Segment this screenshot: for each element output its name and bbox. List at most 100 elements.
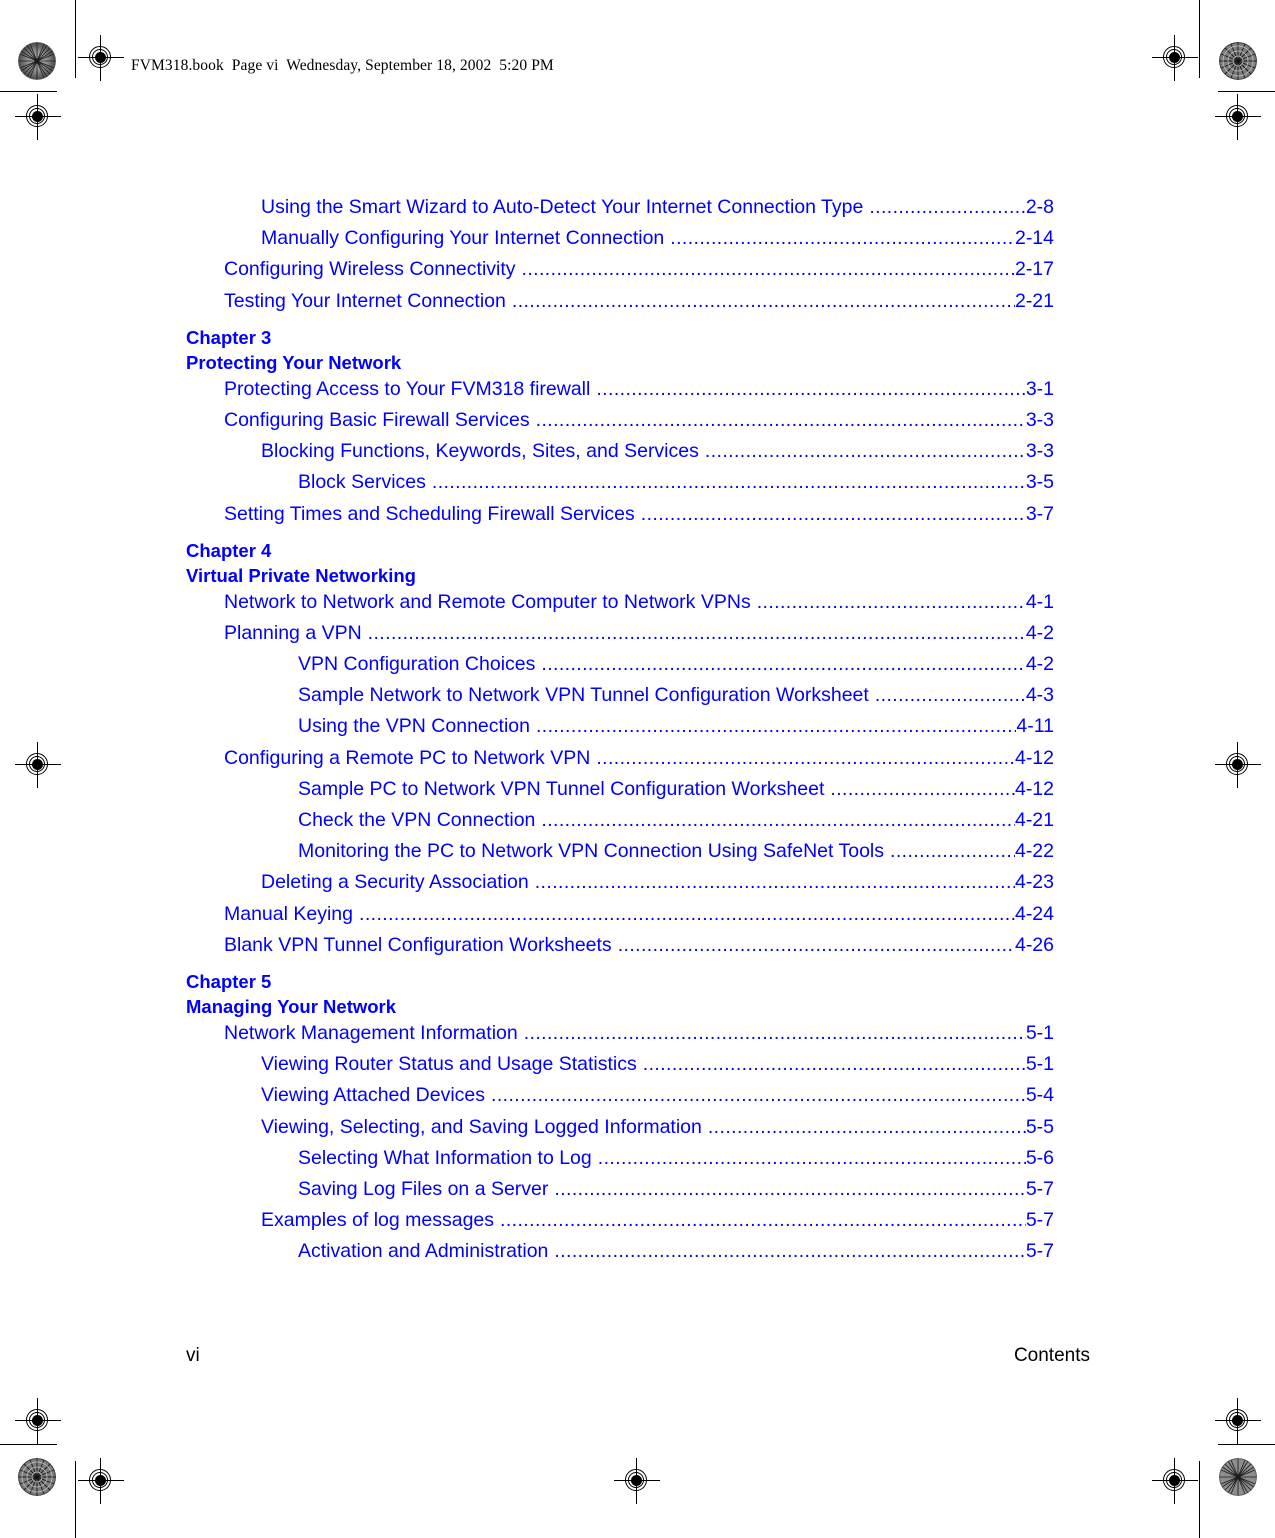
- toc-entry-title: Viewing Attached Devices: [261, 1086, 486, 1107]
- toc-entry-title: Saving Log Files on a Server: [298, 1179, 549, 1200]
- toc-entry-title: Blocking Functions, Keywords, Sites, and…: [261, 442, 699, 463]
- toc-entry-page-number: 4-21: [1014, 811, 1054, 831]
- toc-entry-title: Configuring Basic Firewall Services: [224, 410, 530, 431]
- toc-dot-leader: ........................................…: [534, 873, 1015, 893]
- registration-mark-bottom-center: [614, 1458, 660, 1504]
- toc-dot-leader: ........................................…: [670, 229, 1015, 249]
- toc-dot-leader: ........................................…: [640, 504, 1026, 524]
- toc-entry-title: Viewing, Selecting, and Saving Logged In…: [261, 1117, 702, 1138]
- toc-dot-leader: ........................................…: [521, 260, 1015, 280]
- toc-dot-leader: ........................................…: [511, 291, 1015, 312]
- toc-entry[interactable]: Testing Your Internet Connection........…: [224, 292, 1054, 323]
- registration-mark-right-lower: [1215, 1398, 1261, 1444]
- color-rosette-bottom-right: [1219, 1458, 1257, 1496]
- crop-line-top-left-vertical: [75, 0, 77, 78]
- toc-dot-leader: ........................................…: [523, 1023, 1026, 1044]
- toc-entry-page-number: 4-2: [1025, 623, 1054, 644]
- footer-page-number: vi: [186, 1345, 200, 1366]
- toc-entry-page-number: 4-1: [1025, 592, 1054, 613]
- toc-entry-title: Setting Times and Scheduling Firewall Se…: [224, 504, 635, 525]
- toc-entry[interactable]: Blank VPN Tunnel Configuration Worksheet…: [224, 936, 1054, 967]
- toc-entry[interactable]: Using the Smart Wizard to Auto-Detect Yo…: [261, 198, 1054, 229]
- toc-entry-page-number: 3-1: [1025, 379, 1054, 400]
- toc-entry-page-number: 2-17: [1014, 260, 1054, 281]
- toc-entry[interactable]: Manually Configuring Your Internet Conne…: [261, 229, 1054, 260]
- toc-entry[interactable]: Viewing Router Status and Usage Statisti…: [261, 1055, 1054, 1086]
- toc-entry-title: Sample PC to Network VPN Tunnel Configur…: [298, 779, 825, 800]
- toc-entry[interactable]: Protecting Access to Your FVM318 firewal…: [224, 380, 1054, 411]
- toc-dot-leader: ........................................…: [704, 442, 1026, 462]
- registration-mark-left-upper: [15, 94, 61, 140]
- chapter-number-heading: Chapter 4: [186, 539, 272, 561]
- toc-entry-title: Examples of log messages: [261, 1211, 495, 1232]
- toc-entry[interactable]: Deleting a Security Association.........…: [261, 873, 1054, 904]
- footer-section-label: Contents: [1013, 1345, 1090, 1366]
- chapter-title-heading: Protecting Your Network: [186, 352, 402, 374]
- toc-entry[interactable]: Planning a VPN..........................…: [224, 624, 1054, 655]
- registration-mark-right-upper: [1215, 94, 1261, 140]
- toc-dot-leader: ........................................…: [597, 1148, 1026, 1169]
- crop-line-right-top-horizontal: [1218, 91, 1275, 93]
- registration-mark-right-middle: [1215, 742, 1261, 788]
- toc-entry[interactable]: Using the VPN Connection................…: [298, 717, 1054, 748]
- toc-entry-title: Configuring a Remote PC to Network VPN: [224, 748, 591, 769]
- toc-entry[interactable]: Selecting What Information to Log.......…: [298, 1149, 1054, 1180]
- toc-entry-page-number: 3-3: [1025, 410, 1054, 431]
- toc-entry[interactable]: Examples of log messages................…: [261, 1211, 1054, 1242]
- toc-entry[interactable]: Network to Network and Remote Computer t…: [224, 593, 1054, 624]
- toc-entry[interactable]: Block Services..........................…: [298, 473, 1054, 504]
- toc-entry[interactable]: Configuring Basic Firewall Services.....…: [224, 411, 1054, 442]
- toc-entry-title: Block Services: [298, 473, 426, 494]
- table-of-contents: Using the Smart Wizard to Auto-Detect Yo…: [186, 198, 1054, 1273]
- toc-entry[interactable]: Manual Keying...........................…: [224, 905, 1054, 936]
- toc-entry[interactable]: Sample PC to Network VPN Tunnel Configur…: [298, 780, 1054, 811]
- toc-dot-leader: ........................................…: [535, 717, 1016, 737]
- toc-entry[interactable]: Check the VPN Connection................…: [298, 811, 1054, 842]
- registration-mark-top-left: [78, 35, 124, 81]
- toc-entry-page-number: 5-5: [1025, 1117, 1054, 1138]
- toc-entry[interactable]: Saving Log Files on a Server............…: [298, 1180, 1054, 1211]
- document-page: FVM318.book Page vi Wednesday, September…: [0, 0, 1275, 1538]
- toc-entry-page-number: 4-12: [1014, 748, 1054, 769]
- toc-dot-leader: ........................................…: [431, 473, 1026, 493]
- toc-entry-page-number: 5-7: [1025, 1179, 1054, 1200]
- toc-entry[interactable]: Viewing, Selecting, and Saving Logged In…: [261, 1118, 1054, 1149]
- toc-entry-title: Deleting a Security Association: [261, 873, 529, 894]
- toc-entry[interactable]: Setting Times and Scheduling Firewall Se…: [224, 505, 1054, 536]
- toc-dot-leader: ........................................…: [554, 1179, 1026, 1200]
- toc-entry-page-number: 5-6: [1025, 1148, 1054, 1169]
- toc-dot-leader: ........................................…: [830, 779, 1015, 800]
- toc-entry-page-number: 2-8: [1025, 198, 1054, 218]
- toc-entry-title: Network Management Information: [224, 1023, 518, 1044]
- toc-entry-page-number: 5-7: [1025, 1211, 1054, 1232]
- file-info-header: FVM318.book Page vi Wednesday, September…: [131, 57, 554, 74]
- toc-dot-leader: ........................................…: [890, 842, 1015, 862]
- toc-dot-leader: ........................................…: [869, 198, 1026, 218]
- toc-entry-page-number: 5-1: [1025, 1023, 1054, 1044]
- toc-entry-title: Monitoring the PC to Network VPN Connect…: [298, 842, 885, 863]
- toc-entry-page-number: 3-5: [1025, 473, 1054, 494]
- crop-line-left-top-horizontal: [0, 91, 57, 93]
- toc-entry[interactable]: VPN Configuration Choices...............…: [298, 655, 1054, 686]
- toc-dot-leader: ........................................…: [541, 811, 1015, 831]
- toc-entry-title: Viewing Router Status and Usage Statisti…: [261, 1055, 637, 1076]
- crop-line-left-bottom-horizontal: [0, 1444, 57, 1446]
- toc-dot-leader: ........................................…: [756, 592, 1026, 613]
- toc-entry[interactable]: Activation and Administration...........…: [298, 1242, 1054, 1273]
- chapter-title-heading: Virtual Private Networking: [186, 565, 416, 587]
- toc-entry-title: Using the Smart Wizard to Auto-Detect Yo…: [261, 198, 864, 218]
- toc-entry[interactable]: Blocking Functions, Keywords, Sites, and…: [261, 442, 1054, 473]
- toc-entry[interactable]: Network Management Information..........…: [224, 1024, 1054, 1055]
- registration-mark-bottom-left: [78, 1458, 124, 1504]
- crop-line-right-bottom-horizontal: [1218, 1444, 1275, 1446]
- chapter-number-heading: Chapter 3: [186, 326, 272, 348]
- toc-entry[interactable]: Sample Network to Network VPN Tunnel Con…: [298, 686, 1054, 717]
- toc-entry[interactable]: Monitoring the PC to Network VPN Connect…: [298, 842, 1054, 873]
- toc-entry[interactable]: Configuring Wireless Connectivity.......…: [224, 260, 1054, 291]
- registration-mark-top-right: [1152, 35, 1198, 81]
- toc-entry[interactable]: Configuring a Remote PC to Network VPN..…: [224, 749, 1054, 780]
- toc-entry[interactable]: Viewing Attached Devices................…: [261, 1086, 1054, 1117]
- toc-entry-title: Manually Configuring Your Internet Conne…: [261, 229, 665, 250]
- toc-dot-leader: ........................................…: [617, 935, 1015, 956]
- toc-dot-leader: ........................................…: [596, 379, 1025, 400]
